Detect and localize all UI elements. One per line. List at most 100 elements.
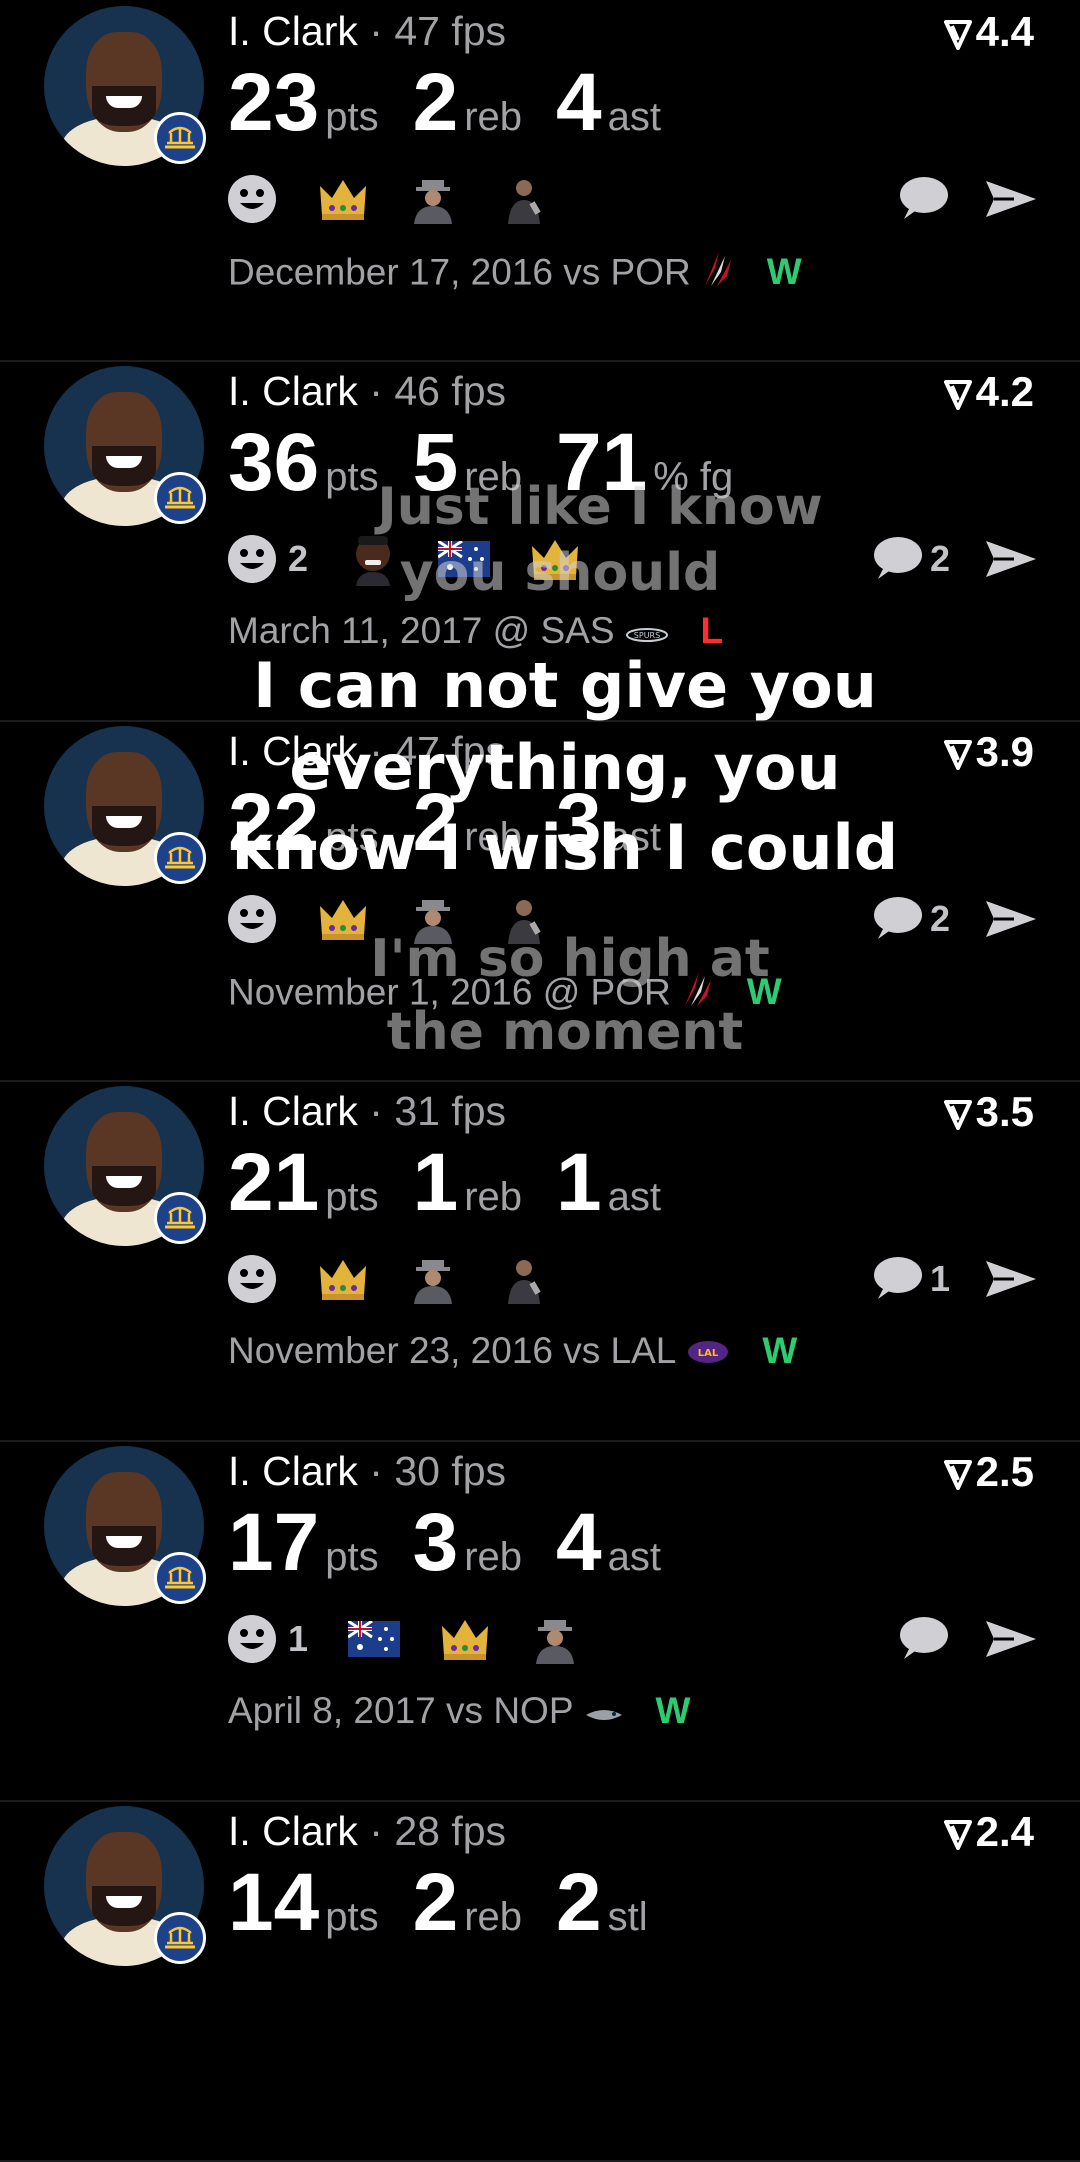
separator: ·: [369, 1448, 383, 1494]
separator: ·: [369, 1088, 383, 1134]
stat-value: 1: [556, 1137, 602, 1228]
game-card[interactable]: I. Clark · 28 fps 2.4 14 pts 2 reb 2 stl: [0, 1800, 1080, 2162]
stat-unit: ast: [607, 1535, 661, 1579]
lakers-logo-icon: LAL: [686, 1332, 730, 1374]
stat-unit: ast: [607, 815, 661, 859]
player-name[interactable]: I. Clark: [228, 1448, 358, 1494]
game-card[interactable]: I. Clark · 47 fps 3.9 22 pts 2 reb 3 ast 2 Novemb…: [0, 720, 1080, 1082]
stat-unit: ast: [607, 1175, 661, 1219]
reaction-button[interactable]: [318, 892, 368, 946]
rating: 2.5: [943, 1448, 1034, 1496]
stat-item: 2 reb: [413, 62, 522, 144]
smiley-face-icon: [226, 894, 278, 943]
reaction-bar: 1: [226, 1612, 620, 1672]
player-name[interactable]: I. Clark: [228, 8, 358, 54]
player-name-line[interactable]: I. Clark · 46 fps: [228, 368, 506, 415]
reaction-button[interactable]: [348, 532, 398, 586]
stat-item: 2 reb: [413, 782, 522, 864]
separator: ·: [369, 1808, 383, 1854]
player-name[interactable]: I. Clark: [228, 1808, 358, 1854]
share-button[interactable]: [984, 1612, 1038, 1666]
player-name[interactable]: I. Clark: [228, 1088, 358, 1134]
stat-unit: stl: [607, 1895, 648, 1939]
stat-value: 3: [412, 1497, 459, 1588]
reaction-button[interactable]: [530, 532, 580, 586]
reaction-button[interactable]: [498, 892, 548, 946]
warriors-logo-icon: [154, 472, 206, 524]
comment-icon: [870, 1257, 924, 1299]
reaction-button[interactable]: [408, 1252, 458, 1306]
reaction-button[interactable]: 1: [226, 1612, 308, 1666]
stat-unit: pts: [325, 1175, 379, 1219]
game-info[interactable]: December 17, 2016 vs POR W: [228, 250, 802, 299]
comment-button[interactable]: 2: [870, 532, 950, 586]
comment-button[interactable]: [896, 172, 950, 226]
game-info[interactable]: November 1, 2016 @ POR W: [228, 970, 782, 1019]
reaction-button[interactable]: [408, 172, 458, 226]
player-name-line[interactable]: I. Clark · 31 fps: [228, 1088, 506, 1135]
stat-unit: reb: [464, 1895, 522, 1939]
player-name-line[interactable]: I. Clark · 47 fps: [228, 8, 506, 55]
game-result: L: [700, 610, 724, 651]
rating-value: 3.5: [975, 1088, 1034, 1135]
player-name-line[interactable]: I. Clark · 28 fps: [228, 1808, 506, 1855]
player-name[interactable]: I. Clark: [228, 368, 358, 414]
reaction-button[interactable]: [226, 172, 278, 226]
player-name-line[interactable]: I. Clark · 30 fps: [228, 1448, 506, 1495]
stat-value: 22: [228, 777, 320, 868]
reaction-count: 1: [288, 1618, 309, 1659]
reaction-button[interactable]: [530, 1612, 580, 1666]
reaction-button[interactable]: [226, 1252, 278, 1306]
send-icon: [984, 540, 1038, 577]
game-card[interactable]: I. Clark · 30 fps 2.5 17 pts 3 reb 4 ast 1 April …: [0, 1440, 1080, 1802]
blazers-logo-icon: [681, 970, 715, 1019]
reaction-button[interactable]: [226, 892, 278, 946]
comment-count: 1: [929, 1258, 950, 1299]
reaction-button[interactable]: [318, 1252, 368, 1306]
card-actions: [862, 1612, 1038, 1672]
crown-icon: [318, 179, 368, 220]
pelicans-logo-icon: [584, 1692, 624, 1734]
stat-value: 2: [412, 57, 459, 148]
reaction-button[interactable]: [347, 1612, 401, 1666]
share-button[interactable]: [984, 172, 1038, 226]
stat-unit: reb: [464, 815, 522, 859]
opponent: SAS: [540, 610, 615, 651]
game-result: W: [746, 971, 782, 1013]
smiley-face-icon: [226, 1615, 278, 1663]
rating-value: 4.4: [975, 8, 1034, 55]
svg-text:LAL: LAL: [698, 1348, 719, 1359]
player-name-line[interactable]: I. Clark · 47 fps: [228, 728, 506, 775]
reaction-button[interactable]: [440, 1612, 490, 1666]
share-button[interactable]: [984, 1252, 1038, 1306]
game-card[interactable]: I. Clark · 47 fps 4.4 23 pts 2 reb 4 ast Decembe…: [0, 0, 1080, 362]
game-info[interactable]: March 11, 2017 @ SAS SPURS L: [228, 610, 723, 654]
player-name[interactable]: I. Clark: [228, 728, 358, 774]
comment-button[interactable]: 1: [870, 1252, 950, 1306]
reaction-button[interactable]: 2: [226, 532, 308, 586]
reaction-button[interactable]: [408, 892, 458, 946]
stat-value: 21: [228, 1137, 320, 1228]
game-info[interactable]: November 23, 2016 vs LAL LAL W: [228, 1330, 797, 1374]
game-card[interactable]: I. Clark · 46 fps 4.2 36 pts 5 reb 71% fg 2 2 Mar…: [0, 360, 1080, 722]
rating-value: 2.4: [975, 1808, 1034, 1855]
stat-item: 14 pts: [228, 1862, 379, 1944]
game-card[interactable]: I. Clark · 31 fps 3.5 21 pts 1 reb 1 ast 1 Novemb…: [0, 1080, 1080, 1442]
warriors-logo-icon: [154, 1192, 206, 1244]
coach-icon: [498, 1259, 548, 1304]
warriors-logo-icon: [154, 112, 206, 164]
stat-value: 5: [412, 417, 459, 508]
reaction-button[interactable]: [498, 1252, 548, 1306]
share-button[interactable]: [984, 892, 1038, 946]
coach-icon: [498, 179, 548, 224]
warriors-logo-icon: [154, 832, 206, 884]
stat-item: 2 reb: [413, 1862, 522, 1944]
comment-button[interactable]: [896, 1612, 950, 1666]
reaction-button[interactable]: [498, 172, 548, 226]
game-result: W: [766, 251, 802, 293]
reaction-button[interactable]: [318, 172, 368, 226]
game-info[interactable]: April 8, 2017 vs NOP W: [228, 1690, 690, 1734]
reaction-button[interactable]: [437, 532, 491, 586]
share-button[interactable]: [984, 532, 1038, 586]
comment-button[interactable]: 2: [870, 892, 950, 946]
